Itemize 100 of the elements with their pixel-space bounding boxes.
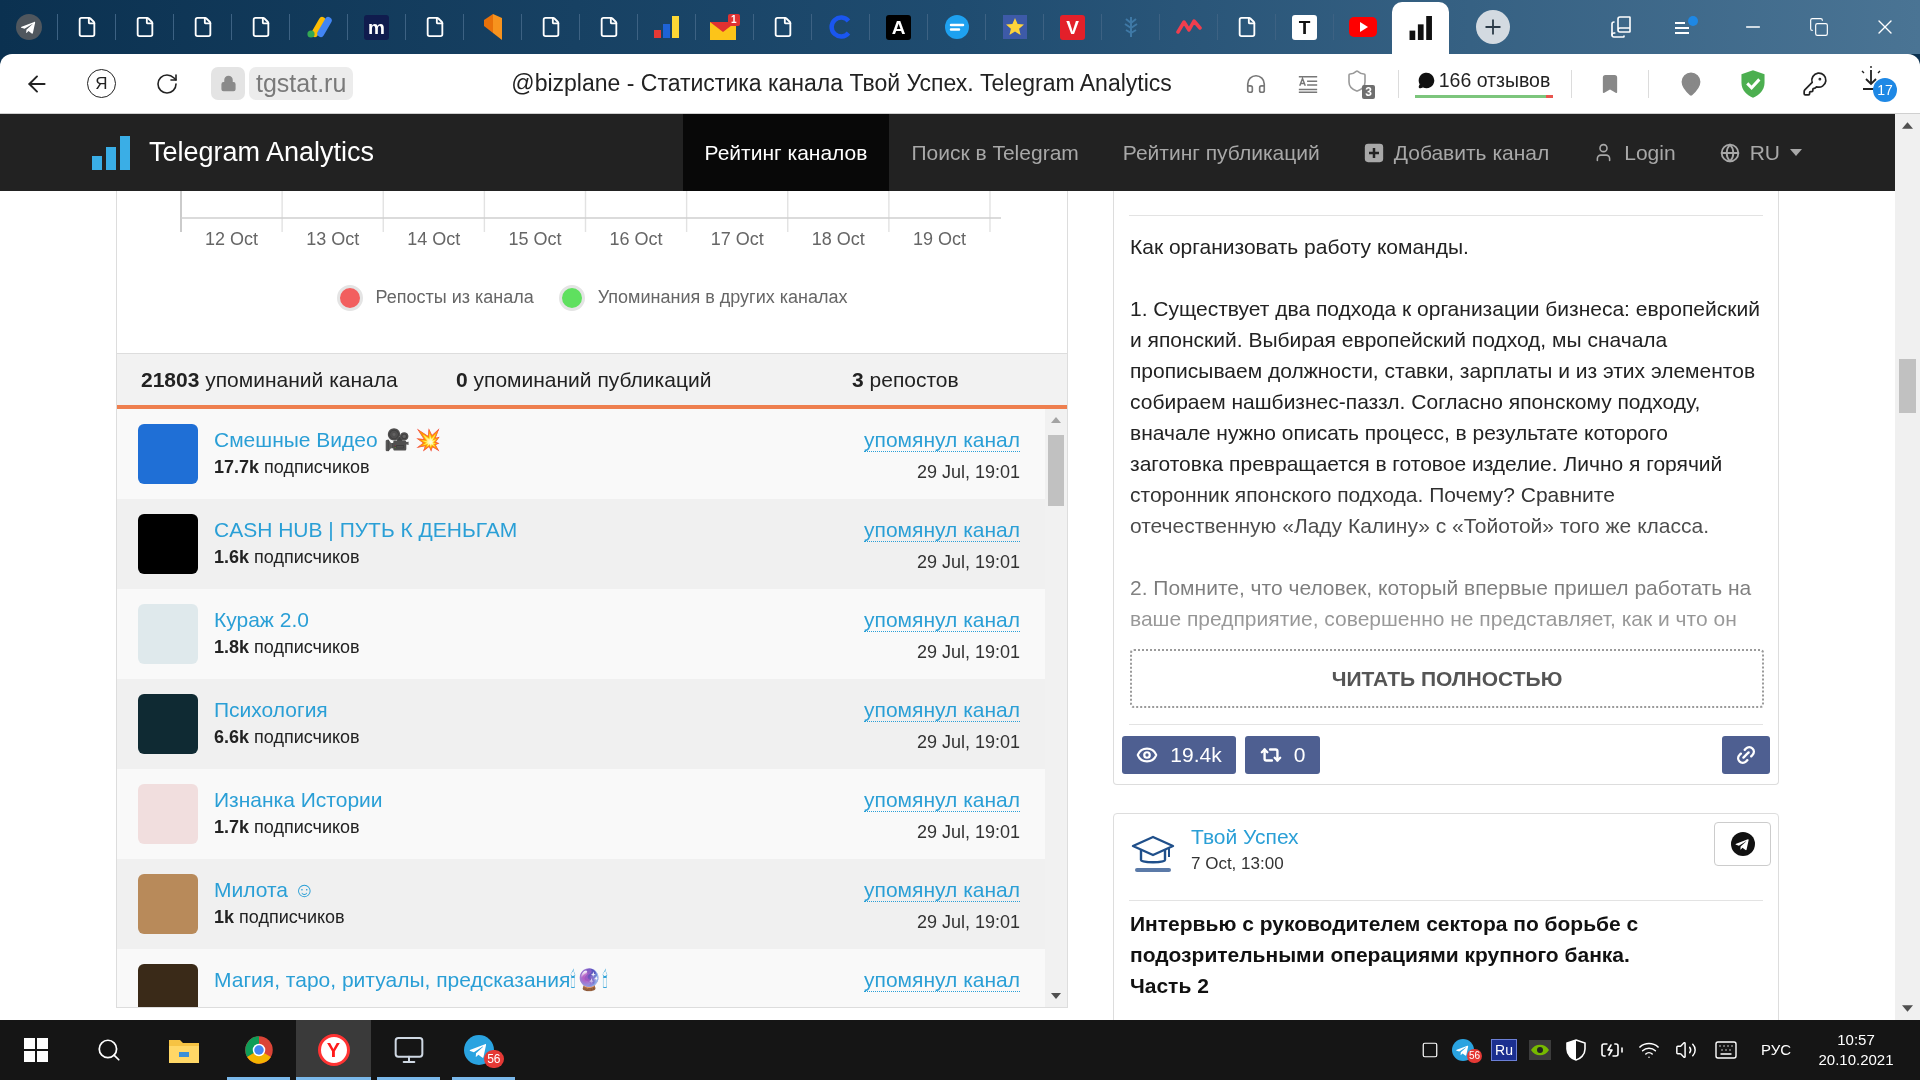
input-language-button[interactable]: РУС: [1760, 1038, 1791, 1062]
nav-link[interactable]: Рейтинг публикаций: [1100, 114, 1342, 191]
timestamp: 29 Jul, 19:01: [916, 552, 1020, 572]
flag-icon: [483, 14, 502, 40]
browser-tab[interactable]: m: [348, 0, 405, 54]
keyboard-layout-badge[interactable]: Ru: [1491, 1039, 1517, 1061]
channel-link[interactable]: Милота ☺: [214, 878, 316, 902]
mention-link[interactable]: упомянул канал: [864, 608, 1020, 632]
scroll-up-icon[interactable]: [1902, 122, 1913, 129]
site-info-button[interactable]: [211, 67, 245, 100]
brand-link[interactable]: Telegram Analytics: [149, 132, 375, 173]
restore-icon[interactable]: [1809, 17, 1829, 37]
channel-link[interactable]: Твой Успех: [1191, 825, 1299, 849]
count-badge: 1: [727, 14, 740, 26]
axis-label: 15 Oct: [508, 229, 562, 249]
post-paragraph: 2. Помните, что человек, который впервые пришел работать на ваше предприятие, совершенно не представляет, как и что он: [1130, 575, 1753, 632]
plus-square-icon: [1363, 142, 1384, 163]
monitor-icon[interactable]: [392, 1034, 425, 1066]
bar-chart-icon: [653, 16, 680, 38]
mention-link[interactable]: упомянул канал: [864, 968, 1020, 992]
browser-tab[interactable]: 1: [696, 0, 753, 54]
nav-link[interactable]: Рейтинг каналов: [682, 114, 890, 191]
mention-link[interactable]: упомянул канал: [864, 788, 1020, 812]
channel-link[interactable]: Магия, таро, ритуалы, предсказания🕯🔮🕯: [214, 968, 609, 992]
new-tab-button[interactable]: [1476, 10, 1510, 44]
mention-link[interactable]: упомянул канал: [864, 428, 1020, 452]
views-button[interactable]: 19.4k: [1122, 736, 1236, 774]
channel-link[interactable]: Психология: [214, 698, 328, 722]
headphones-icon[interactable]: [1245, 72, 1267, 95]
nav-link[interactable]: RU: [1697, 114, 1824, 191]
page-title: @bizplane - Статистика канала Твой Успех. Telegram Analytics: [511, 69, 1172, 99]
axis-label: 13 Oct: [306, 229, 360, 249]
logo-icon[interactable]: [92, 135, 130, 170]
search-icon[interactable]: [96, 1037, 122, 1063]
browser-tab[interactable]: V: [1044, 0, 1101, 54]
timestamp: 29 Jul, 19:01: [916, 642, 1020, 662]
logo-letter: m: [364, 14, 389, 40]
taskbar-app[interactable]: Y: [296, 1020, 371, 1080]
logo-letter[interactable]: Y: [317, 1034, 350, 1066]
browser-tab[interactable]: A: [870, 0, 927, 54]
speaker-icon[interactable]: [1675, 1039, 1697, 1061]
post-title: Интервью с руководителем сектора по борьбе с подозрительными операциями крупного банка. Часть 2: [1130, 911, 1640, 999]
ring-icon: [828, 15, 853, 39]
subscriber-count: 6.6k подписчиков: [214, 726, 360, 748]
stat-text: 0 упоминаний публикаций: [456, 367, 712, 391]
bookmarks-icon[interactable]: [1609, 15, 1633, 39]
eye-logo-icon[interactable]: [1529, 1040, 1551, 1060]
legend-label: Упоминания в других каналах: [597, 286, 848, 309]
mention-link[interactable]: упомянул канал: [864, 698, 1020, 722]
globe-icon: [1719, 142, 1740, 163]
taskbar-app[interactable]: 56: [446, 1020, 521, 1080]
mention-link[interactable]: упомянул канал: [864, 518, 1020, 542]
count-badge: 56: [484, 1050, 504, 1068]
axis-label: 16 Oct: [609, 229, 663, 249]
shield-check-icon[interactable]: [1739, 68, 1767, 99]
axis-label: 12 Oct: [205, 229, 259, 249]
shield-icon[interactable]: [1566, 1039, 1586, 1061]
channel-link[interactable]: Изнанка Истории: [214, 788, 383, 812]
square-icon[interactable]: [1421, 1041, 1439, 1059]
count-badge: 17: [1873, 77, 1897, 102]
logo-letter: V: [1060, 14, 1085, 40]
channel-link[interactable]: CASH HUB | ПУТЬ К ДЕНЬГАМ: [214, 518, 518, 542]
post-paragraph: Как организовать работу команды.: [1130, 234, 1470, 260]
subscriber-count: 1.7k подписчиков: [214, 816, 360, 838]
folder-icon[interactable]: [168, 1037, 199, 1063]
count-badge: 3: [1362, 84, 1375, 99]
scrollbar-thumb[interactable]: [1048, 435, 1064, 506]
channel-link[interactable]: Кураж 2.0: [214, 608, 309, 632]
subscriber-count: 1k подписчиков: [214, 906, 345, 928]
nav-link[interactable]: Login: [1571, 114, 1698, 191]
clock[interactable]: 10:57 20.10.2021: [1804, 1030, 1908, 1070]
browser-tab[interactable]: [1392, 2, 1449, 54]
reposts-button[interactable]: 0: [1245, 736, 1320, 774]
scroll-down-icon[interactable]: [1902, 1005, 1913, 1012]
stat-text: 3 репостов: [852, 367, 959, 391]
scrollbar-thumb[interactable]: [1899, 359, 1916, 413]
axis-label: 17 Oct: [710, 229, 764, 249]
channel-link[interactable]: Смешные Видео 🎥 💥: [214, 428, 442, 452]
nav-link[interactable]: Добавить канал: [1341, 114, 1572, 191]
keyboard-icon[interactable]: [1712, 1038, 1740, 1062]
paper-plane-icon: [1730, 832, 1755, 856]
paper-plane-icon: [15, 14, 42, 40]
post-paragraph: 1. Существует два подхода к организации бизнеса: европейский и японский. Выбирая европейский подход, мы сначала прописываем должности, ставки, зарплаты и из этих элементов собираем нашбизнес-паззл. Согласно японскому подходу, вначале нужно описать процесс, в результате которого заготовка превращается в готовое изделие. Лично я горячий сторонник японского подхода. Почему? Сравните отечественную «Ладу Калину» с «Тойотой» того же класса.: [1130, 296, 1761, 539]
key-icon[interactable]: [1802, 70, 1828, 97]
telegram-button[interactable]: [1714, 822, 1771, 866]
logo-letter: T: [1292, 14, 1317, 40]
reload-icon[interactable]: [154, 71, 179, 96]
mention-link[interactable]: упомянул канал: [864, 878, 1020, 902]
timestamp: 29 Jul, 19:01: [916, 462, 1020, 482]
link-button[interactable]: [1722, 736, 1770, 774]
circle-logo-icon[interactable]: [243, 1035, 274, 1065]
timestamp: 29 Jul, 19:01: [916, 822, 1020, 842]
windows-logo-icon[interactable]: [24, 1038, 48, 1062]
reviews-button[interactable]: 166 отзывов: [1410, 69, 1558, 98]
zigzag-icon: [1175, 17, 1202, 37]
nav-link[interactable]: Поиск в Telegram: [889, 114, 1101, 191]
read-more-button[interactable]: ЧИТАТЬ ПОЛНОСТЬЮ: [1130, 649, 1764, 708]
scroll-down-icon[interactable]: [1051, 993, 1061, 999]
browser-tab[interactable]: T: [1276, 0, 1333, 54]
url-field[interactable]: tgstat.ru: [249, 67, 354, 100]
